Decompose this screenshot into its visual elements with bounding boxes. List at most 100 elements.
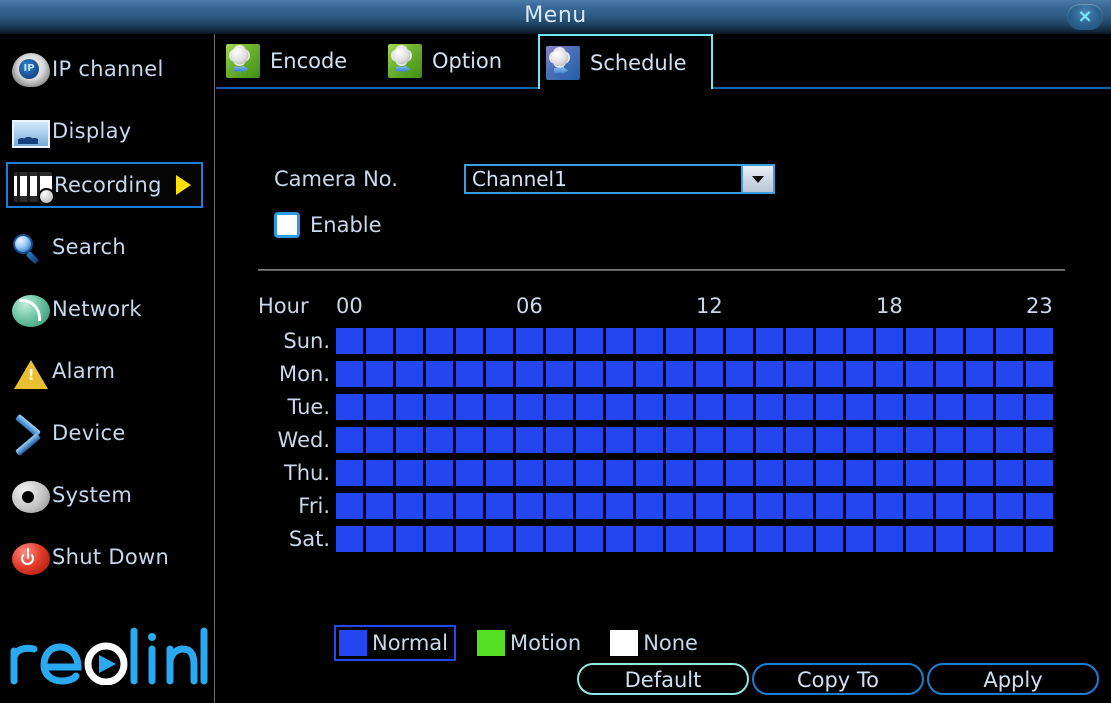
schedule-cell[interactable] bbox=[456, 460, 483, 486]
schedule-cell[interactable] bbox=[546, 460, 573, 486]
schedule-cell[interactable] bbox=[1026, 493, 1053, 519]
schedule-cell[interactable] bbox=[396, 493, 423, 519]
schedule-cell[interactable] bbox=[576, 394, 603, 420]
tab-option[interactable]: Option bbox=[382, 34, 516, 88]
schedule-cell[interactable] bbox=[336, 427, 363, 453]
schedule-cell[interactable] bbox=[696, 460, 723, 486]
schedule-cell[interactable] bbox=[576, 361, 603, 387]
schedule-cell[interactable] bbox=[576, 493, 603, 519]
schedule-cell[interactable] bbox=[936, 526, 963, 552]
schedule-cell[interactable] bbox=[546, 328, 573, 354]
schedule-cell[interactable] bbox=[486, 394, 513, 420]
close-icon[interactable]: × bbox=[1067, 4, 1103, 30]
sidebar-item-search[interactable]: Search bbox=[6, 224, 203, 270]
schedule-cell[interactable] bbox=[366, 460, 393, 486]
schedule-cell[interactable] bbox=[966, 493, 993, 519]
schedule-cell[interactable] bbox=[756, 328, 783, 354]
schedule-cell[interactable] bbox=[1026, 328, 1053, 354]
schedule-cell[interactable] bbox=[486, 328, 513, 354]
enable-checkbox[interactable] bbox=[274, 212, 300, 238]
schedule-cell[interactable] bbox=[336, 361, 363, 387]
schedule-cell[interactable] bbox=[906, 361, 933, 387]
schedule-cell[interactable] bbox=[696, 526, 723, 552]
schedule-cell[interactable] bbox=[366, 328, 393, 354]
schedule-cell[interactable] bbox=[876, 328, 903, 354]
schedule-cell[interactable] bbox=[696, 394, 723, 420]
schedule-cell[interactable] bbox=[666, 394, 693, 420]
schedule-cell[interactable] bbox=[696, 427, 723, 453]
schedule-cell[interactable] bbox=[336, 460, 363, 486]
schedule-cell[interactable] bbox=[456, 328, 483, 354]
copy-to-button[interactable]: Copy To bbox=[752, 663, 924, 695]
schedule-cell[interactable] bbox=[456, 427, 483, 453]
schedule-cell[interactable] bbox=[936, 394, 963, 420]
schedule-cell[interactable] bbox=[606, 394, 633, 420]
schedule-cell[interactable] bbox=[1026, 460, 1053, 486]
schedule-cell[interactable] bbox=[606, 493, 633, 519]
schedule-cell[interactable] bbox=[336, 328, 363, 354]
schedule-cell[interactable] bbox=[516, 328, 543, 354]
schedule-cell[interactable] bbox=[996, 427, 1023, 453]
schedule-cell[interactable] bbox=[996, 526, 1023, 552]
schedule-cell[interactable] bbox=[606, 427, 633, 453]
schedule-cell[interactable] bbox=[726, 427, 753, 453]
sidebar-item-system[interactable]: System bbox=[6, 472, 203, 518]
schedule-cell[interactable] bbox=[846, 361, 873, 387]
schedule-cell[interactable] bbox=[1026, 361, 1053, 387]
schedule-cell[interactable] bbox=[396, 526, 423, 552]
schedule-cell[interactable] bbox=[996, 361, 1023, 387]
schedule-cell[interactable] bbox=[966, 460, 993, 486]
schedule-cell[interactable] bbox=[816, 394, 843, 420]
camera-no-select[interactable]: Channel1 bbox=[464, 164, 775, 194]
schedule-cell[interactable] bbox=[516, 493, 543, 519]
schedule-cell[interactable] bbox=[876, 493, 903, 519]
schedule-cell[interactable] bbox=[486, 460, 513, 486]
schedule-cell[interactable] bbox=[816, 328, 843, 354]
schedule-cell[interactable] bbox=[1026, 526, 1053, 552]
schedule-cell[interactable] bbox=[906, 328, 933, 354]
schedule-cell[interactable] bbox=[906, 526, 933, 552]
schedule-cell[interactable] bbox=[396, 394, 423, 420]
schedule-cell[interactable] bbox=[786, 394, 813, 420]
schedule-cell[interactable] bbox=[936, 361, 963, 387]
schedule-cell[interactable] bbox=[696, 361, 723, 387]
schedule-cell[interactable] bbox=[576, 328, 603, 354]
schedule-cell[interactable] bbox=[726, 394, 753, 420]
schedule-cell[interactable] bbox=[636, 526, 663, 552]
schedule-cell[interactable] bbox=[936, 328, 963, 354]
sidebar-item-device[interactable]: Device bbox=[6, 410, 203, 456]
schedule-cell[interactable] bbox=[846, 328, 873, 354]
schedule-cell[interactable] bbox=[756, 361, 783, 387]
schedule-cell[interactable] bbox=[546, 526, 573, 552]
schedule-cell[interactable] bbox=[366, 493, 393, 519]
schedule-cell[interactable] bbox=[426, 460, 453, 486]
schedule-cell[interactable] bbox=[546, 427, 573, 453]
schedule-cell[interactable] bbox=[816, 493, 843, 519]
schedule-cell[interactable] bbox=[486, 526, 513, 552]
schedule-cell[interactable] bbox=[726, 328, 753, 354]
schedule-cell[interactable] bbox=[336, 526, 363, 552]
schedule-cell[interactable] bbox=[786, 361, 813, 387]
schedule-cell[interactable] bbox=[756, 427, 783, 453]
schedule-cell[interactable] bbox=[636, 361, 663, 387]
schedule-cell[interactable] bbox=[636, 493, 663, 519]
schedule-cell[interactable] bbox=[966, 427, 993, 453]
schedule-cell[interactable] bbox=[936, 493, 963, 519]
chevron-down-icon[interactable] bbox=[741, 166, 773, 192]
schedule-cell[interactable] bbox=[396, 460, 423, 486]
schedule-cell[interactable] bbox=[936, 460, 963, 486]
schedule-cell[interactable] bbox=[516, 526, 543, 552]
schedule-cell[interactable] bbox=[786, 493, 813, 519]
schedule-cell[interactable] bbox=[486, 427, 513, 453]
schedule-cell[interactable] bbox=[636, 460, 663, 486]
schedule-cell[interactable] bbox=[606, 328, 633, 354]
schedule-cell[interactable] bbox=[396, 361, 423, 387]
schedule-cell[interactable] bbox=[1026, 394, 1053, 420]
schedule-cell[interactable] bbox=[666, 526, 693, 552]
schedule-cell[interactable] bbox=[756, 460, 783, 486]
schedule-cell[interactable] bbox=[906, 394, 933, 420]
schedule-cell[interactable] bbox=[876, 427, 903, 453]
schedule-cell[interactable] bbox=[426, 493, 453, 519]
schedule-cell[interactable] bbox=[606, 460, 633, 486]
schedule-cell[interactable] bbox=[816, 361, 843, 387]
